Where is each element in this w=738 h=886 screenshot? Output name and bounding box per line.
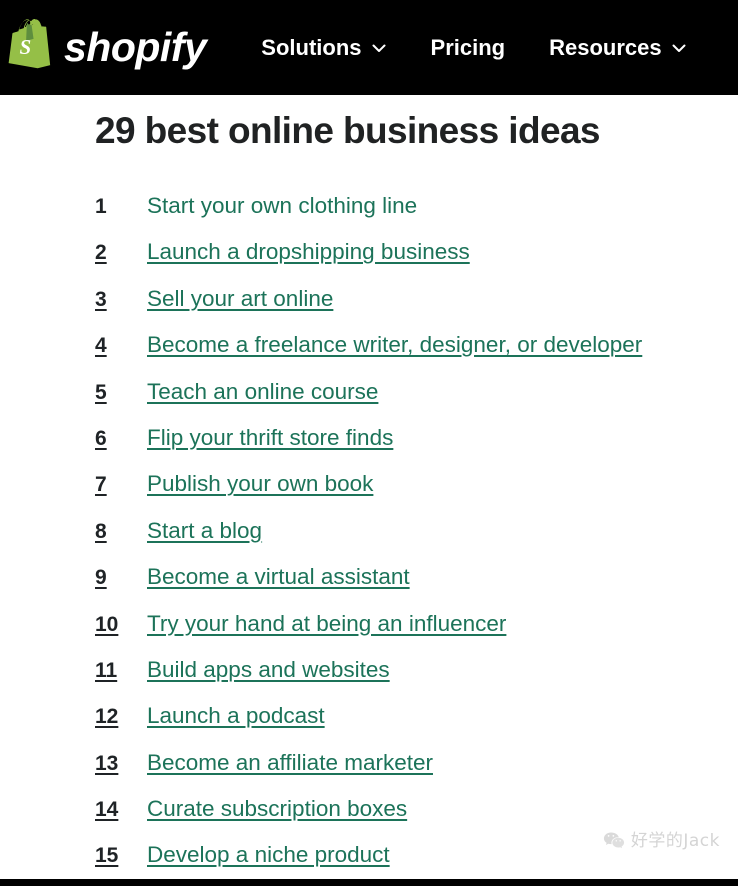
list-item[interactable]: 8 Start a blog — [95, 519, 725, 566]
nav-item-pricing[interactable]: Pricing — [430, 34, 506, 60]
bottom-strip — [0, 879, 738, 886]
list-item-link[interactable]: Start a blog — [147, 519, 262, 543]
page-root: S shopify Solutions Pricing Resources 29… — [0, 0, 738, 886]
article-content: 29 best online business ideas 1 Start you… — [0, 95, 738, 879]
main-nav: Solutions Pricing Resources — [261, 0, 686, 95]
list-item-number: 7 — [95, 473, 107, 497]
list-item[interactable]: 2 Launch a dropshipping business — [95, 241, 725, 287]
list-item[interactable]: 7 Publish your own book — [95, 473, 725, 519]
list-item-link[interactable]: Teach an online course — [147, 380, 378, 404]
site-header: S shopify Solutions Pricing Resources — [0, 0, 738, 95]
nav-item-resources-label: Resources — [549, 34, 662, 60]
list-item-link[interactable]: Sell your art online — [147, 287, 333, 311]
list-item-number: 9 — [95, 566, 107, 590]
list-item-number: 2 — [95, 241, 107, 265]
list-item-link[interactable]: Flip your thrift store finds — [147, 426, 393, 450]
list-item[interactable]: 11 Build apps and websites — [95, 658, 725, 705]
list-item-link[interactable]: Become a freelance writer, designer, or … — [147, 334, 642, 357]
shopify-wordmark: shopify — [64, 24, 207, 70]
shopify-logo[interactable]: S shopify — [8, 16, 207, 80]
list-item-number: 5 — [95, 380, 107, 404]
list-item-number: 6 — [95, 426, 107, 450]
list-item-link[interactable]: Become an affiliate marketer — [147, 751, 433, 775]
nav-item-pricing-label: Pricing — [430, 34, 506, 60]
list-item-link[interactable]: Develop a niche product — [147, 844, 390, 867]
list-item[interactable]: 9 Become a virtual assistant — [95, 566, 725, 612]
list-item[interactable]: 14 Curate subscription boxes — [95, 798, 725, 844]
nav-item-resources[interactable]: Resources — [549, 34, 687, 60]
list-item[interactable]: 13 Become an affiliate marketer — [95, 751, 725, 798]
idea-list: 1 Start your own clothing line 2 Launch a d… — [95, 194, 725, 886]
list-item-link[interactable]: Become a virtual assistant — [147, 566, 410, 589]
list-item-number: 11 — [95, 658, 118, 682]
chevron-down-icon — [372, 44, 386, 52]
list-item[interactable]: 4 Become a freelance writer, designer, or… — [95, 334, 725, 380]
nav-item-solutions-label: Solutions — [261, 34, 362, 60]
list-item-link[interactable]: Curate subscription boxes — [147, 798, 407, 821]
list-item-number: 1 — [95, 195, 107, 218]
chevron-down-icon — [672, 44, 686, 52]
list-item-link[interactable]: Build apps and websites — [147, 658, 390, 682]
shopify-bag-icon: S — [8, 18, 51, 68]
list-item-number: 12 — [95, 705, 119, 729]
list-item[interactable]: 5 Teach an online course — [95, 380, 725, 427]
list-item[interactable]: 12 Launch a podcast — [95, 705, 725, 751]
list-item-number: 14 — [95, 798, 119, 822]
list-item-link[interactable]: Start your own clothing line — [147, 194, 417, 218]
list-item[interactable]: 1 Start your own clothing line — [95, 194, 725, 241]
list-item-number: 10 — [95, 612, 119, 636]
svg-text:S: S — [20, 35, 32, 59]
list-item-number: 15 — [95, 844, 119, 868]
list-item[interactable]: 6 Flip your thrift store finds — [95, 426, 725, 473]
list-item[interactable]: 10 Try your hand at being an influencer — [95, 612, 725, 659]
list-item[interactable]: 3 Sell your art online — [95, 287, 725, 334]
list-item-number: 13 — [95, 751, 119, 775]
list-item-number: 3 — [95, 287, 107, 311]
nav-item-solutions[interactable]: Solutions — [261, 34, 386, 60]
list-item-link[interactable]: Launch a podcast — [147, 705, 325, 728]
list-item-link[interactable]: Try your hand at being an influencer — [147, 612, 506, 636]
list-item-number: 8 — [95, 519, 107, 543]
list-item-link[interactable]: Launch a dropshipping business — [147, 241, 470, 264]
page-title: 29 best online business ideas — [95, 110, 601, 151]
list-item-link[interactable]: Publish your own book — [147, 473, 373, 496]
list-item-number: 4 — [95, 334, 107, 358]
